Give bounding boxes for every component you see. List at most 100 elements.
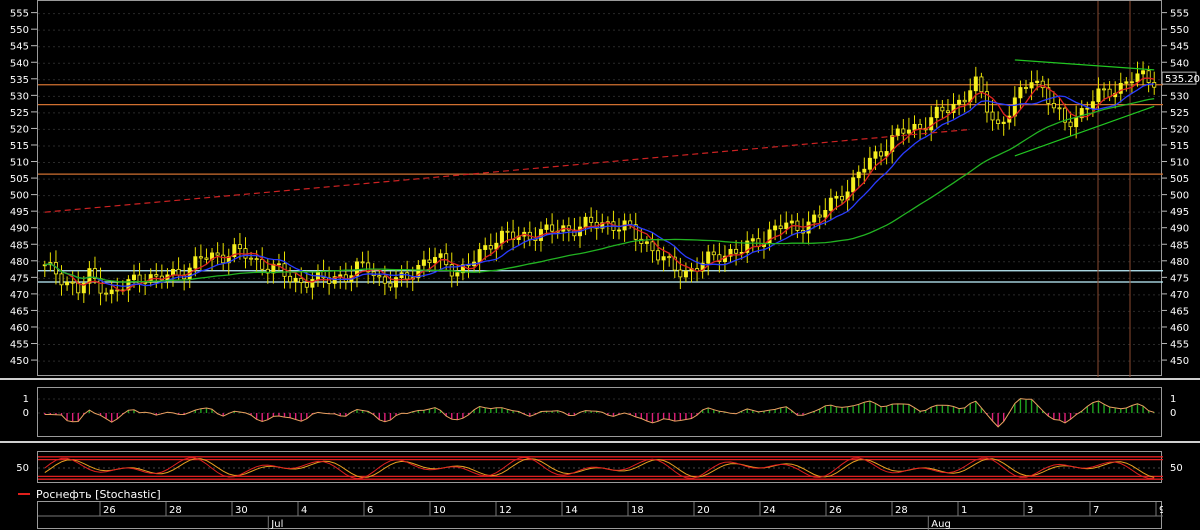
candle-body <box>828 197 833 211</box>
candle-body <box>1135 73 1140 83</box>
oscillator-axis-left: 10 <box>23 394 29 419</box>
y-tick-label: 520 <box>10 124 29 135</box>
candle-body <box>104 292 109 295</box>
candle-body <box>388 282 393 288</box>
date-label: 1 <box>961 505 967 516</box>
y-tick-label: 465 <box>1170 306 1189 317</box>
date-label: 20 <box>697 505 710 516</box>
y-tick-label: 555 <box>10 9 29 20</box>
candle-body <box>237 244 242 250</box>
trend-line <box>1014 105 1155 157</box>
date-label: 28 <box>169 505 182 516</box>
candle-body <box>1124 81 1129 84</box>
date-label: 26 <box>103 505 116 516</box>
candle-body <box>109 289 114 295</box>
candle-body <box>906 129 911 134</box>
candle-body <box>1090 101 1095 109</box>
candle-body <box>918 123 923 129</box>
candle-body <box>867 157 872 170</box>
y-tick-label: 0 <box>1170 408 1176 419</box>
candle-body <box>360 261 365 264</box>
date-label: 30 <box>235 505 248 516</box>
candle-body <box>1068 121 1073 128</box>
panel-separator[interactable] <box>0 378 1200 380</box>
y-tick-label: 455 <box>10 340 29 351</box>
candle-body <box>784 222 789 230</box>
candle-body <box>773 225 778 231</box>
candle-body <box>427 259 432 264</box>
y-tick-label: 555 <box>1170 9 1189 20</box>
y-tick-label: 540 <box>1170 58 1189 69</box>
candle-body <box>288 275 293 283</box>
candle-body <box>1102 88 1107 91</box>
date-label: 7 <box>1093 505 1099 516</box>
date-label: 10 <box>433 505 446 516</box>
y-tick-label: 450 <box>10 356 29 367</box>
candle-body <box>1129 81 1134 84</box>
candle-body <box>193 256 198 269</box>
candle-body <box>215 252 220 256</box>
y-tick-label: 510 <box>1170 158 1189 169</box>
y-tick-label: 505 <box>10 174 29 185</box>
candle-body <box>59 273 64 286</box>
candle-body <box>840 196 845 201</box>
y-tick-label: 480 <box>10 257 29 268</box>
candle-body <box>171 268 176 276</box>
y-tick-label: 50 <box>16 463 29 474</box>
candle-body <box>299 277 304 283</box>
candle-body <box>1023 87 1028 89</box>
y-tick-label: 500 <box>10 191 29 202</box>
candle-body <box>87 268 92 284</box>
candle-body <box>433 257 438 264</box>
y-tick-label: 530 <box>10 91 29 102</box>
date-axis: 26 28 30 4 6 10 12 14 18 20 24 26 28 1 3 7 9 Jul Aug <box>37 501 1163 530</box>
last-price-label: 535.20 <box>1165 74 1200 85</box>
y-tick-label: 480 <box>1170 257 1189 268</box>
candle-body <box>1018 87 1023 99</box>
y-tick-label: 455 <box>1170 340 1189 351</box>
date-label: 9 <box>1159 505 1163 516</box>
y-tick-label: 545 <box>1170 42 1189 53</box>
y-tick-label: 495 <box>1170 207 1189 218</box>
candle-body <box>382 276 387 284</box>
candle-body <box>198 256 203 259</box>
y-tick-label: 470 <box>10 290 29 301</box>
y-tick-label: 525 <box>1170 108 1189 119</box>
candle-body <box>421 259 426 266</box>
candle-body <box>873 151 878 159</box>
stochastic-axis-right: 50 <box>1170 463 1183 474</box>
candle-body <box>996 119 1001 124</box>
candle-body <box>1057 107 1062 110</box>
oscillator-panel[interactable] <box>37 387 1163 437</box>
date-label: 12 <box>499 505 512 516</box>
candle-body <box>304 282 309 288</box>
candle-body <box>734 248 739 254</box>
candle-body <box>1152 82 1157 88</box>
y-tick-label: 505 <box>1170 174 1189 185</box>
y-tick-label: 450 <box>1170 356 1189 367</box>
y-tick-label: 520 <box>1170 124 1189 135</box>
y-tick-label: 485 <box>1170 240 1189 251</box>
candle-body <box>901 128 906 134</box>
candle-body <box>979 76 984 93</box>
stochastic-axis-left: 50 <box>16 463 29 474</box>
candle-body <box>589 216 594 223</box>
legend-label: Роснефть [Stochastic] <box>36 487 161 501</box>
y-tick-label: 460 <box>1170 323 1189 334</box>
price-panel[interactable] <box>37 0 1163 377</box>
candle-body <box>276 263 281 266</box>
candle-body <box>488 245 493 250</box>
price-axis-left: 450 455 460 465 470 475 480 485 490 495 500 505 510 5… <box>10 9 37 367</box>
candle-body <box>377 275 382 278</box>
candle-body <box>1012 97 1017 117</box>
y-tick-label: 530 <box>1170 91 1189 102</box>
candle-body <box>254 258 259 261</box>
candle-body <box>945 110 950 113</box>
stochastic-panel[interactable] <box>37 451 1163 483</box>
candle-body <box>683 270 688 278</box>
candle-body <box>221 254 226 264</box>
panel-separator-2[interactable] <box>0 441 1200 443</box>
candle-body <box>405 272 410 280</box>
candle-body <box>895 128 900 136</box>
candle-body <box>851 177 856 193</box>
